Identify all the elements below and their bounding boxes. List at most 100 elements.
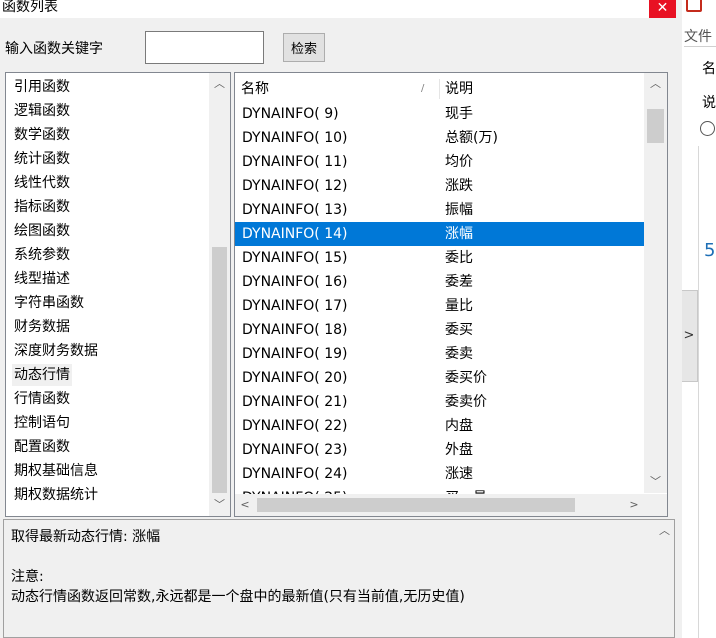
table-row[interactable]: DYNAINFO( 13) 振幅 <box>235 198 644 222</box>
column-header-name[interactable]: 名称 <box>241 77 269 101</box>
function-desc-cell: 量比 <box>445 298 473 314</box>
field-desc-label: 说 <box>702 95 716 111</box>
dialog-title-bar: 函数列表 ✕ <box>0 0 676 18</box>
function-name-cell: DYNAINFO( 12) <box>242 178 348 194</box>
search-input[interactable] <box>145 31 264 64</box>
category-item[interactable]: 绘图函数 <box>12 220 72 242</box>
table-row[interactable]: DYNAINFO( 10) 总额(万) <box>235 126 644 150</box>
table-body: DYNAINFO( 9) 现手 DYNAINFO( 10) 总额(万) DYNAINFO… <box>235 102 644 494</box>
category-list[interactable]: 引用函数 逻辑函数 数学函数 统计函数 线性代数 指标函数 绘图函数 系统参数 线型描述 字符串函… <box>5 72 231 517</box>
category-item[interactable]: 系统参数 <box>12 244 72 266</box>
category-item[interactable]: 统计函数 <box>12 148 72 170</box>
category-item[interactable]: 行情函数 <box>12 388 72 410</box>
scroll-left-icon[interactable]: < <box>235 494 255 516</box>
function-name-cell: DYNAINFO( 21) <box>242 394 348 410</box>
scroll-right-icon[interactable]: > <box>624 494 644 516</box>
table-header: 名称 / 说明 <box>235 77 644 101</box>
category-item[interactable]: 财务数据 <box>12 316 72 338</box>
function-desc-cell: 委比 <box>445 250 473 266</box>
function-desc-cell: 涨速 <box>445 466 473 482</box>
menu-divider <box>684 46 716 47</box>
dialog-title: 函数列表 <box>2 0 58 15</box>
table-row[interactable]: DYNAINFO( 18) 委买 <box>235 318 644 342</box>
function-name-cell: DYNAINFO( 11) <box>242 154 348 170</box>
category-item[interactable]: 期权基础信息 <box>12 460 100 482</box>
category-item[interactable]: 动态行情 <box>12 364 72 386</box>
function-name-cell: DYNAINFO( 17) <box>242 298 348 314</box>
table-horizontal-scrollbar[interactable]: < > <box>235 494 644 516</box>
table-row[interactable]: DYNAINFO( 22) 内盘 <box>235 414 644 438</box>
function-name-cell: DYNAINFO( 24) <box>242 466 348 482</box>
table-row[interactable]: DYNAINFO( 14) 涨幅 <box>235 222 644 246</box>
table-hscroll-thumb[interactable] <box>257 498 575 512</box>
scroll-down-icon[interactable]: ﹀ <box>644 471 667 493</box>
category-item[interactable]: 期权数据统计 <box>12 484 100 506</box>
category-item[interactable]: 逻辑函数 <box>12 100 72 122</box>
table-row[interactable]: DYNAINFO( 11) 均价 <box>235 150 644 174</box>
category-item[interactable]: 配置函数 <box>12 436 72 458</box>
table-row[interactable]: DYNAINFO( 12) 涨跌 <box>235 174 644 198</box>
table-row[interactable]: DYNAINFO( 25) 买一量 <box>235 486 644 494</box>
column-header-desc[interactable]: 说明 <box>445 77 473 101</box>
search-button[interactable]: 检索 <box>283 33 325 62</box>
category-item[interactable]: 引用函数 <box>12 76 72 98</box>
table-row[interactable]: DYNAINFO( 9) 现手 <box>235 102 644 126</box>
category-item[interactable]: 控制语句 <box>12 412 72 434</box>
description-note-label: 注意: <box>11 569 44 585</box>
background-window: 文件 名 说 5 > <box>676 0 716 638</box>
description-scrollbar[interactable]: ︿ <box>655 520 674 637</box>
category-item[interactable]: 线性代数 <box>12 172 72 194</box>
function-name-cell: DYNAINFO( 15) <box>242 250 348 266</box>
function-desc-cell: 买一量 <box>445 486 487 494</box>
function-desc-cell: 外盘 <box>445 442 473 458</box>
category-scrollbar[interactable]: ︿ ﹀ <box>209 73 230 516</box>
scroll-up-icon[interactable]: ︿ <box>655 520 674 542</box>
function-desc-cell: 内盘 <box>445 418 473 434</box>
window-edge <box>676 0 682 638</box>
function-desc-cell: 现手 <box>445 106 473 122</box>
line-number: 5 <box>704 240 716 261</box>
table-row[interactable]: DYNAINFO( 23) 外盘 <box>235 438 644 462</box>
description-panel[interactable]: 取得最新动态行情: 涨幅 注意: 动态行情函数返回常数,永远都是一个盘中的最新值… <box>3 519 675 638</box>
expand-panel-button[interactable]: > <box>680 290 698 382</box>
file-menu[interactable]: 文件 <box>684 26 712 46</box>
function-name-cell: DYNAINFO( 19) <box>242 346 348 362</box>
category-item[interactable]: 字符串函数 <box>12 292 86 314</box>
scroll-up-icon[interactable]: ︿ <box>209 73 230 95</box>
function-name-cell: DYNAINFO( 14) <box>242 226 348 242</box>
table-row[interactable]: DYNAINFO( 21) 委卖价 <box>235 390 644 414</box>
search-label: 输入函数关键字 <box>5 41 103 57</box>
function-name-cell: DYNAINFO( 9) <box>242 106 339 122</box>
function-name-cell: DYNAINFO( 18) <box>242 322 348 338</box>
function-table[interactable]: 名称 / 说明 DYNAINFO( 9) 现手 DYNAINFO( 10) 总额(万)… <box>234 72 668 517</box>
scrollbar-corner <box>644 494 667 516</box>
table-row[interactable]: DYNAINFO( 19) 委卖 <box>235 342 644 366</box>
sort-indicator-icon: / <box>421 83 425 94</box>
category-item[interactable]: 指标函数 <box>12 196 72 218</box>
function-desc-cell: 委买价 <box>445 370 487 386</box>
table-row[interactable]: DYNAINFO( 17) 量比 <box>235 294 644 318</box>
table-row[interactable]: DYNAINFO( 20) 委买价 <box>235 366 644 390</box>
scroll-up-icon[interactable]: ︿ <box>644 73 667 95</box>
table-row[interactable]: DYNAINFO( 16) 委差 <box>235 270 644 294</box>
table-row[interactable]: DYNAINFO( 24) 涨速 <box>235 462 644 486</box>
table-row[interactable]: DYNAINFO( 15) 委比 <box>235 246 644 270</box>
function-desc-cell: 委卖价 <box>445 394 487 410</box>
function-name-cell: DYNAINFO( 25) <box>242 486 347 494</box>
category-scroll-thumb[interactable] <box>212 247 227 493</box>
category-item[interactable]: 深度财务数据 <box>12 340 100 362</box>
function-desc-cell: 均价 <box>445 154 473 170</box>
table-vertical-scrollbar[interactable]: ︿ ﹀ <box>644 73 667 493</box>
close-button[interactable]: ✕ <box>649 0 676 18</box>
category-item[interactable]: 数学函数 <box>12 124 72 146</box>
column-divider[interactable] <box>439 79 440 99</box>
category-item[interactable]: 线型描述 <box>12 268 72 290</box>
function-name-cell: DYNAINFO( 10) <box>242 130 348 146</box>
app-icon <box>686 0 702 12</box>
table-vscroll-thumb[interactable] <box>647 109 664 143</box>
scroll-down-icon[interactable]: ﹀ <box>209 494 230 516</box>
function-name-cell: DYNAINFO( 13) <box>242 202 348 218</box>
function-desc-cell: 涨幅 <box>445 226 473 242</box>
function-name-cell: DYNAINFO( 16) <box>242 274 348 290</box>
radio-button[interactable] <box>700 121 715 136</box>
